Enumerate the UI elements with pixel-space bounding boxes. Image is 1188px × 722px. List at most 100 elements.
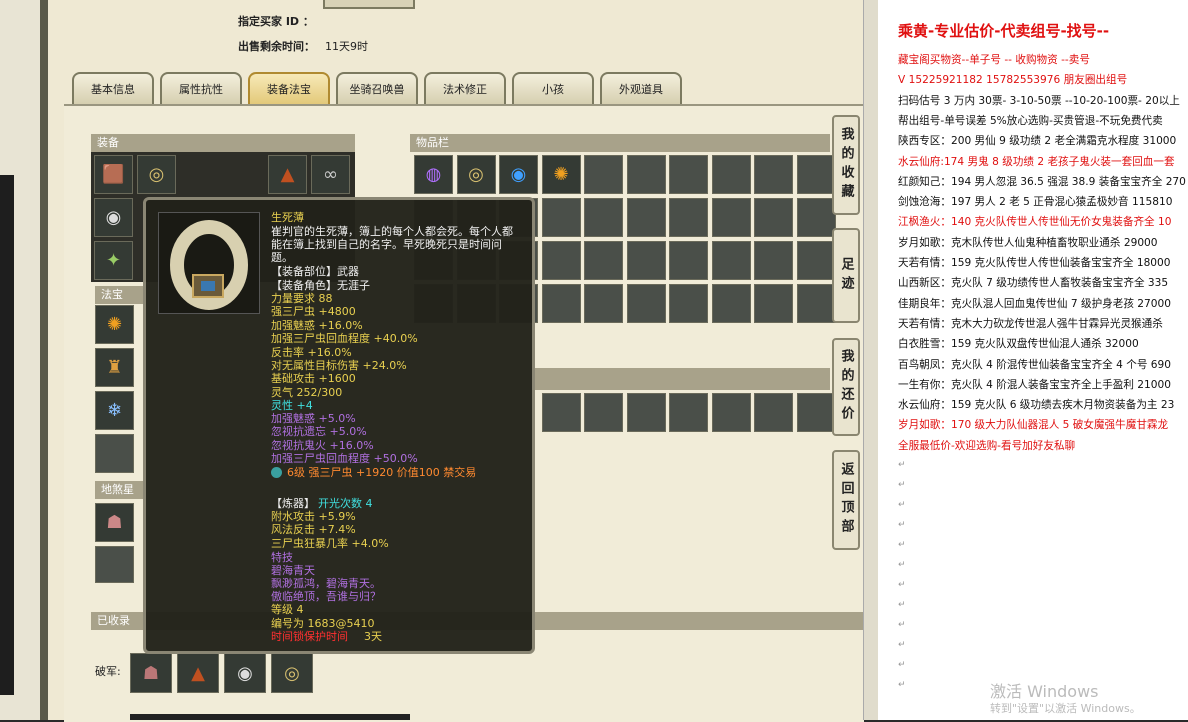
inventory-slot[interactable] [711, 198, 751, 237]
inventory-slot[interactable] [754, 284, 793, 323]
doc-line: 岁月如歌：170 级大力队仙器混人 5 破女魔强牛魔甘霖龙 [898, 419, 1169, 432]
equip-slot-weapon[interactable]: ◉ [94, 198, 133, 237]
back-to-top-button[interactable]: 返回顶部 [832, 450, 860, 550]
inventory-slot[interactable] [584, 198, 623, 237]
item-slot: 【装备部位】武器 [271, 265, 359, 278]
inventory-slot[interactable] [754, 155, 793, 194]
inventory-slot[interactable]: ◉ [499, 155, 538, 194]
inventory-slot[interactable] [796, 284, 836, 323]
inventory-slot[interactable] [754, 198, 793, 237]
item-extra-stat-line: 加强三尸虫回血程度 +50.0% [271, 452, 418, 466]
inventory-slot[interactable] [584, 241, 623, 280]
equip-slot[interactable]: ▲ [268, 155, 307, 194]
skill-line: 傲临绝顶，吾谁与归？ [271, 590, 381, 603]
inventory-slot[interactable] [669, 393, 708, 432]
inventory-slot[interactable] [541, 284, 581, 323]
inventory-slot[interactable] [669, 198, 708, 237]
doc-line: V 15225921182 15782553976 朋友圈出组号 [898, 74, 1128, 87]
inventory-slot[interactable] [626, 241, 666, 280]
refine-count: 开光次数 4 [318, 497, 373, 510]
inventory-slot[interactable] [754, 241, 793, 280]
my-favorites-button[interactable]: 我的收藏 [832, 115, 860, 215]
equip-slot[interactable]: ✦ [94, 241, 133, 280]
armor-icon: ☗ [142, 662, 160, 684]
tab-spell-modify[interactable]: 法术修正 [424, 72, 506, 104]
equip-slot[interactable]: 🟫 [94, 155, 133, 194]
inventory-slot[interactable] [711, 241, 751, 280]
tab-equipment[interactable]: 装备法宝 [248, 72, 330, 104]
left-dark-panel [0, 175, 14, 695]
item-stat-line: 加强魅惑 +16.0% [271, 318, 363, 332]
tab-appearance[interactable]: 外观道具 [600, 72, 682, 104]
inventory-slot[interactable] [626, 155, 666, 194]
armor-icon: 🟫 [102, 164, 125, 185]
inventory-slot[interactable]: ◍ [414, 155, 453, 194]
inventory-slot[interactable] [796, 198, 836, 237]
scrollbar[interactable] [863, 0, 878, 720]
designated-buyer-label: 指定买家 ID ： [238, 15, 314, 28]
inventory-slot[interactable] [541, 393, 581, 432]
gem-icon [271, 467, 282, 478]
inventory-slot[interactable] [584, 393, 623, 432]
inventory-header: 物品栏 [410, 134, 830, 152]
collected-item[interactable]: ◉ [224, 653, 266, 693]
inventory-slot[interactable] [626, 284, 666, 323]
inventory-slot[interactable] [626, 198, 666, 237]
title-effect-slot-empty[interactable] [95, 546, 134, 583]
skill-header: 特技 [271, 551, 293, 564]
fire-orb-icon: ✺ [106, 314, 123, 335]
inventory-slot[interactable]: ◎ [456, 155, 496, 194]
inventory-slot[interactable] [711, 155, 751, 194]
tab-attributes[interactable]: 属性抗性 [160, 72, 242, 104]
item-stat-line: 反击率 +16.0% [271, 345, 352, 359]
inventory-slot[interactable] [796, 241, 836, 280]
collected-item[interactable]: ▲ [177, 653, 219, 693]
refine-header: 【炼器】 [271, 497, 315, 510]
paragraph-mark-icon: ↵ [898, 560, 906, 570]
equip-slot[interactable]: ∞ [311, 155, 350, 194]
magic-slot[interactable]: ❄ [95, 391, 134, 430]
collected-item[interactable]: ◎ [271, 653, 313, 693]
inventory-slot[interactable] [584, 284, 623, 323]
inventory-slot[interactable] [541, 198, 581, 237]
inventory-divider [535, 368, 830, 390]
doc-line: 陕西专区：200 男仙 9 级功绩 2 老全满霜克水程度 31000 [898, 135, 1177, 148]
inventory-slot[interactable] [711, 284, 751, 323]
tab-mounts-summons[interactable]: 坐骑召唤兽 [336, 72, 418, 104]
tab-basic-info[interactable]: 基本信息 [72, 72, 154, 104]
inventory-slot[interactable] [669, 284, 708, 323]
inventory-slot[interactable]: ✺ [541, 155, 581, 194]
footprint-button[interactable]: 足迹 [832, 228, 860, 323]
doc-line: 扫码估号 3 万内 30票- 3-10-50票 --10-20-100票- 20… [898, 94, 1180, 107]
collected-item[interactable]: ☗ [130, 653, 172, 693]
my-counteroffer-button[interactable]: 我的还价 [832, 338, 860, 436]
doc-line: 天若有情：克木大力砍龙传世混人强牛甘霖异光灵猴通杀 [898, 317, 1163, 330]
top-button[interactable] [323, 0, 415, 9]
inventory-slot[interactable] [796, 155, 836, 194]
magic-slot[interactable]: ✺ [95, 305, 134, 344]
document-panel: 乘黄-专业估价-代卖组号-找号-- 藏宝阁买物资--单子号 -- 收购物资 --… [878, 0, 1188, 720]
title-effect-slot[interactable]: ☗ [95, 503, 134, 542]
magic-treasure-header: 法宝 [95, 286, 143, 304]
equip-slot[interactable]: ◎ [137, 155, 176, 194]
inventory-slot[interactable] [669, 241, 708, 280]
inventory-slot[interactable] [754, 393, 793, 432]
inventory-slot[interactable] [669, 155, 708, 194]
inventory-slot[interactable] [541, 241, 581, 280]
windows-activation-watermark: 激活 Windows [990, 682, 1099, 701]
item-stat-line: 加强三尸虫回血程度 +40.0% [271, 332, 418, 346]
magic-slot[interactable]: ♜ [95, 348, 134, 387]
inventory-slot[interactable] [796, 393, 836, 432]
equipment-header: 装备 [91, 134, 355, 152]
magic-slot-empty[interactable] [95, 434, 134, 473]
tab-children[interactable]: 小孩 [512, 72, 594, 104]
inventory-slot[interactable] [711, 393, 751, 432]
doc-line: 一生有你：克火队 4 阶混人装备宝宝齐全上手盈利 21000 [898, 378, 1172, 391]
item-level: 等级 4 [271, 603, 304, 616]
title-effect-header: 地煞星 [95, 481, 143, 499]
sale-remaining-time-label: 出售剩余时间： [238, 40, 315, 53]
paragraph-mark-icon: ↵ [898, 540, 906, 550]
doc-line: 水云仙府:174 男鬼 8 级功绩 2 老孩子鬼火装一套回血一套 [898, 155, 1175, 168]
inventory-slot[interactable] [584, 155, 623, 194]
inventory-slot[interactable] [626, 393, 666, 432]
